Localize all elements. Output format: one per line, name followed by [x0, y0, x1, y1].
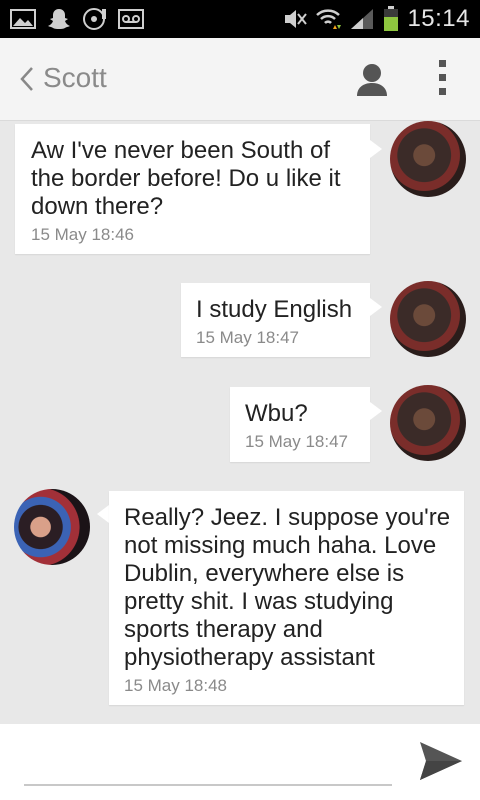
compose-bar — [0, 724, 480, 800]
message-bubble-sent[interactable]: Aw I've never been South of the border b… — [15, 124, 370, 254]
my-avatar[interactable] — [390, 385, 466, 461]
person-icon[interactable] — [354, 62, 390, 98]
message-bubble-received[interactable]: Really? Jeez. I suppose you're not missi… — [109, 491, 464, 705]
gallery-icon — [10, 9, 36, 29]
message-text: Really? Jeez. I suppose you're not missi… — [124, 504, 451, 671]
my-avatar[interactable] — [390, 121, 466, 197]
bubble-tail — [370, 402, 382, 420]
wifi-icon — [316, 9, 342, 29]
mute-icon — [285, 10, 308, 28]
message-bubble-sent[interactable]: Wbu? 15 May 18:47 — [230, 387, 370, 462]
message-bubble-sent[interactable]: I study English 15 May 18:47 — [181, 283, 370, 357]
chevron-left-icon[interactable] — [20, 66, 34, 92]
bubble-tail — [370, 140, 382, 158]
contact-avatar[interactable] — [14, 489, 90, 565]
battery-icon — [384, 6, 399, 31]
message-text: Aw I've never been South of the border b… — [31, 137, 341, 220]
send-icon[interactable] — [418, 740, 464, 782]
clock: 15:14 — [407, 5, 470, 32]
overflow-menu-icon[interactable] — [433, 60, 451, 100]
message-timestamp: 15 May 18:46 — [31, 225, 135, 244]
my-avatar[interactable] — [390, 281, 466, 357]
message-timestamp: 15 May 18:47 — [196, 328, 300, 347]
message-timestamp: 15 May 18:48 — [124, 676, 228, 695]
app-bar: Scott — [0, 38, 480, 121]
message-text: I study English — [196, 296, 353, 323]
message-text: Wbu? — [245, 400, 308, 427]
signal-icon — [351, 9, 374, 29]
bubble-tail — [370, 298, 382, 316]
bubble-tail — [97, 505, 109, 523]
contact-name[interactable]: Scott — [43, 62, 107, 94]
snapchat-icon — [48, 9, 70, 29]
message-timestamp: 15 May 18:47 — [245, 432, 349, 451]
message-input[interactable] — [24, 742, 392, 786]
voicemail-icon — [118, 9, 144, 29]
status-bar: 15:14 — [0, 0, 480, 38]
music-icon — [83, 8, 106, 30]
